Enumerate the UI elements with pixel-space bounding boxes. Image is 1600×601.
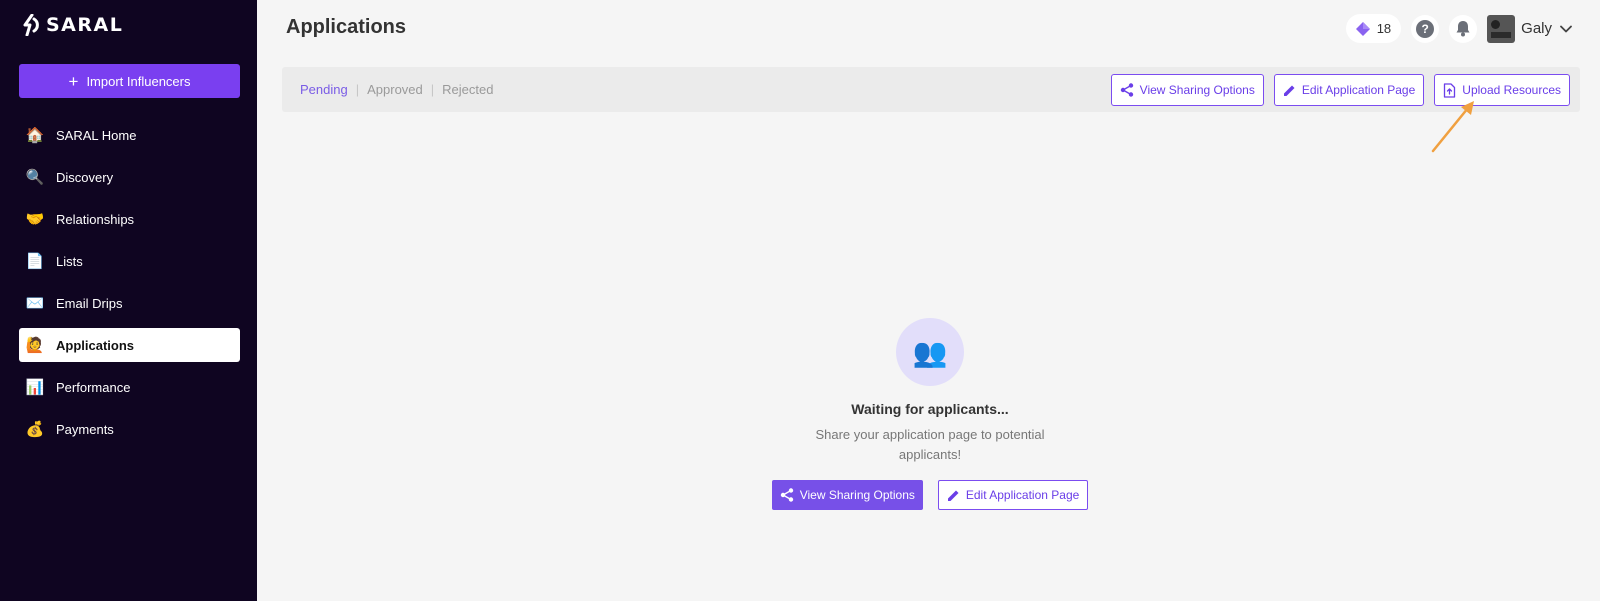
avatar[interactable] [1487,14,1516,43]
tab-rejected[interactable]: Rejected [442,82,493,97]
credits-count: 18 [1376,21,1392,36]
view-sharing-options-button[interactable]: View Sharing Options [1110,74,1264,106]
view-sharing-options-primary-button[interactable]: View Sharing Options [771,480,923,510]
sidebar-nav: 🏠 SARAL Home 🔍 Discovery 🤝 Relationships… [19,118,240,454]
page-title: Applications [286,16,407,38]
plus-icon: + [68,71,79,91]
credits-badge[interactable]: 18 [1345,14,1402,43]
share-icon [1120,83,1133,97]
empty-state-subtitle: Share your application page to potential… [815,427,1045,462]
applicant-icon: 🙋 [25,337,45,354]
sidebar-item-email-drips[interactable]: ✉️ Email Drips [19,286,240,320]
help-button[interactable]: ? [1411,14,1440,43]
sidebar-item-label: Email Drips [56,295,123,311]
user-name[interactable]: Galy [1521,20,1552,37]
header-actions: 18 ? Galy [1345,14,1572,43]
handshake-icon: 🤝 [25,211,45,228]
edit-application-page-button[interactable]: Edit Application Page [1273,74,1425,106]
empty-state-actions: View Sharing Options Edit Application Pa… [730,480,1130,510]
bar-chart-icon: 📊 [25,379,45,396]
share-icon [780,488,793,502]
view-sharing-options-primary-label: View Sharing Options [799,488,915,502]
money-bag-icon: 💰 [25,421,45,438]
house-icon: 🏠 [25,127,45,144]
empty-state: 👥 Waiting for applicants... Share your a… [730,318,1130,510]
status-tabs: Pending | Approved | Rejected [300,67,493,112]
view-sharing-options-label: View Sharing Options [1139,83,1255,97]
sidebar-item-saral-home[interactable]: 🏠 SARAL Home [19,118,240,152]
tab-divider: | [355,82,360,97]
tab-bar: Pending | Approved | Rejected View Shari… [282,67,1580,112]
edit-application-page-secondary-label: Edit Application Page [965,488,1080,502]
notifications-button[interactable] [1449,14,1478,43]
empty-state-title: Waiting for applicants... [851,401,1009,417]
sidebar-item-applications[interactable]: 🙋 Applications [19,328,240,362]
tab-pending[interactable]: Pending [300,82,348,97]
edit-application-page-secondary-button[interactable]: Edit Application Page [937,480,1089,510]
busts-icon: 👥 [896,318,964,386]
magnifier-icon: 🔍 [25,169,45,186]
sidebar-item-label: Applications [56,337,135,353]
document-icon: 📄 [25,253,45,270]
file-upload-icon [1444,82,1456,98]
sidebar-item-label: Lists [56,253,83,269]
tab-approved[interactable]: Approved [367,82,423,97]
tab-divider: | [430,82,435,97]
import-influencers-button[interactable]: + Import Influencers [19,64,240,98]
import-influencers-label: Import Influencers [86,73,191,89]
chevron-down-icon[interactable] [1560,25,1572,33]
sidebar-item-performance[interactable]: 📊 Performance [19,370,240,404]
sidebar: SARAL + Import Influencers 🏠 SARAL Home … [0,0,257,601]
pencil-icon [1283,85,1295,96]
brand-name: SARAL [46,14,124,36]
brand-logo[interactable]: SARAL [22,14,123,36]
sidebar-item-relationships[interactable]: 🤝 Relationships [19,202,240,236]
bell-icon [1456,21,1470,37]
sidebar-item-label: Performance [56,379,131,395]
sidebar-item-lists[interactable]: 📄 Lists [19,244,240,278]
upload-resources-label: Upload Resources [1462,83,1561,97]
sidebar-item-label: SARAL Home [56,127,137,143]
saral-logo-icon [23,14,39,36]
question-icon: ? [1416,19,1435,38]
sidebar-item-discovery[interactable]: 🔍 Discovery [19,160,240,194]
sidebar-item-label: Discovery [56,169,114,185]
annotation-arrow [1431,101,1474,153]
envelope-icon: ✉️ [25,295,45,312]
pencil-icon [947,490,959,501]
sidebar-item-payments[interactable]: 💰 Payments [19,412,240,446]
edit-application-page-label: Edit Application Page [1301,83,1416,97]
sidebar-item-label: Payments [56,421,114,437]
toolbar-actions: View Sharing Options Edit Application Pa… [1101,74,1570,106]
sidebar-item-label: Relationships [56,211,135,227]
diamond-icon [1355,21,1370,36]
